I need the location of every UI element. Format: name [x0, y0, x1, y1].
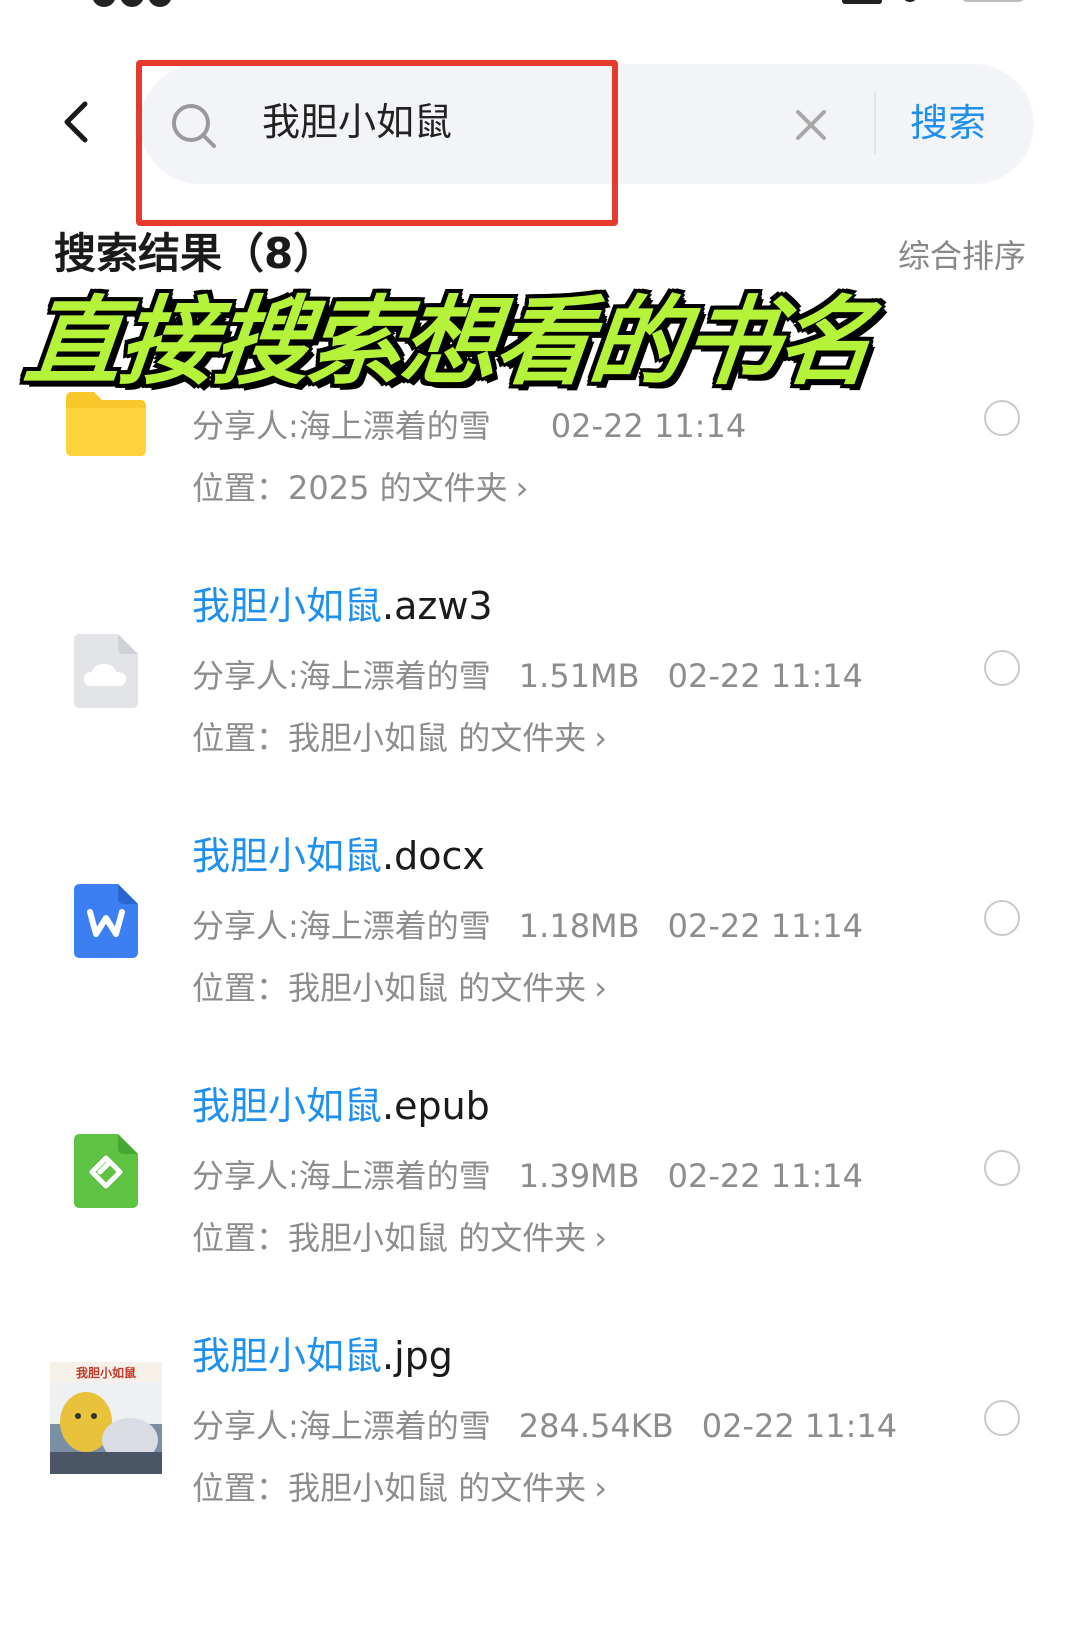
item-sharer: 分享人:海上漂着的雪	[192, 657, 491, 695]
item-name: 我胆小如鼠.docx	[192, 834, 485, 878]
results-title: 搜索结果（8）	[54, 229, 336, 278]
item-sharer: 分享人:海上漂着的雪	[192, 407, 491, 445]
item-name: 我胆小如鼠.jpg	[192, 1334, 453, 1378]
item-meta: 分享人:海上漂着的雪 02-22 11:14	[192, 404, 774, 448]
select-radio[interactable]	[984, 1400, 1020, 1436]
image-thumbnail-icon: 我胆小如鼠	[50, 1362, 162, 1474]
item-location[interactable]: 位置：我胆小如鼠 的文件夹 ›	[192, 1216, 607, 1260]
item-location[interactable]: 位置：我胆小如鼠 的文件夹 ›	[192, 966, 607, 1010]
item-date: 02-22 11:14	[667, 657, 863, 695]
item-date: 02-22 11:14	[550, 407, 747, 445]
thumbnail-title: 我胆小如鼠	[76, 1365, 136, 1380]
item-size: 1.51MB	[518, 657, 640, 695]
item-size: 284.54KB	[518, 1407, 674, 1445]
sort-button[interactable]: 综合排序	[898, 232, 1026, 280]
status-time	[92, 0, 182, 7]
item-meta: 分享人:海上漂着的雪 1.51MB 02-22 11:14	[192, 654, 891, 698]
divider	[874, 92, 876, 154]
item-size: 1.18MB	[518, 907, 640, 945]
search-button[interactable]: 搜索	[910, 92, 986, 154]
item-date: 02-22 11:14	[667, 1157, 863, 1195]
item-location[interactable]: 位置：2025 的文件夹 ›	[192, 466, 528, 510]
cloud-file-icon	[74, 634, 138, 708]
status-bar	[0, 0, 1080, 14]
search-input[interactable]	[262, 92, 762, 152]
wifi-icon	[902, 0, 918, 2]
signal-icon	[842, 0, 882, 4]
chevron-right-icon: ›	[594, 1469, 607, 1507]
list-item[interactable]: 我胆小如鼠.epub 分享人:海上漂着的雪 1.39MB 02-22 11:14 位…	[0, 1080, 1080, 1320]
search-box[interactable]: 搜索	[140, 64, 1034, 184]
item-name: 我胆小如鼠.azw3	[192, 584, 493, 628]
item-date: 02-22 11:14	[667, 907, 863, 945]
chevron-right-icon: ›	[594, 1219, 607, 1257]
search-icon	[172, 104, 216, 148]
chevron-right-icon: ›	[515, 469, 529, 507]
chevron-right-icon: ›	[594, 969, 607, 1007]
item-size: 1.39MB	[518, 1157, 640, 1195]
word-doc-icon	[74, 884, 138, 958]
select-radio[interactable]	[984, 650, 1020, 686]
item-sharer: 分享人:海上漂着的雪	[192, 1407, 491, 1445]
chevron-left-icon	[64, 101, 88, 143]
item-location[interactable]: 位置：我胆小如鼠 的文件夹 ›	[192, 1466, 607, 1510]
close-icon[interactable]	[792, 106, 830, 144]
overlay-caption: 直接搜索想看的书名	[20, 286, 878, 398]
item-meta: 分享人:海上漂着的雪 1.18MB 02-22 11:14	[192, 904, 891, 948]
select-radio[interactable]	[984, 900, 1020, 936]
item-meta: 分享人:海上漂着的雪 284.54KB 02-22 11:14	[192, 1404, 925, 1448]
item-name: 我胆小如鼠.epub	[192, 1084, 490, 1128]
item-sharer: 分享人:海上漂着的雪	[192, 1157, 491, 1195]
list-item[interactable]: 我胆小如鼠.azw3 分享人:海上漂着的雪 1.51MB 02-22 11:14 位…	[0, 580, 1080, 820]
epub-icon	[74, 1134, 138, 1208]
item-sharer: 分享人:海上漂着的雪	[192, 907, 491, 945]
battery-icon	[960, 0, 1026, 2]
search-header: 搜索	[0, 60, 1080, 190]
back-button[interactable]	[52, 98, 100, 146]
item-date: 02-22 11:14	[701, 1407, 898, 1445]
item-location[interactable]: 位置：我胆小如鼠 的文件夹 ›	[192, 716, 607, 760]
item-meta: 分享人:海上漂着的雪 1.39MB 02-22 11:14	[192, 1154, 891, 1198]
list-item[interactable]: 我胆小如鼠.docx 分享人:海上漂着的雪 1.18MB 02-22 11:14 位…	[0, 830, 1080, 1070]
list-item[interactable]: 我胆小如鼠 我胆小如鼠.jpg 分享人:海上漂着的雪 284.54KB 02-22 …	[0, 1330, 1080, 1570]
select-radio[interactable]	[984, 400, 1020, 436]
chevron-right-icon: ›	[594, 719, 607, 757]
select-radio[interactable]	[984, 1150, 1020, 1186]
